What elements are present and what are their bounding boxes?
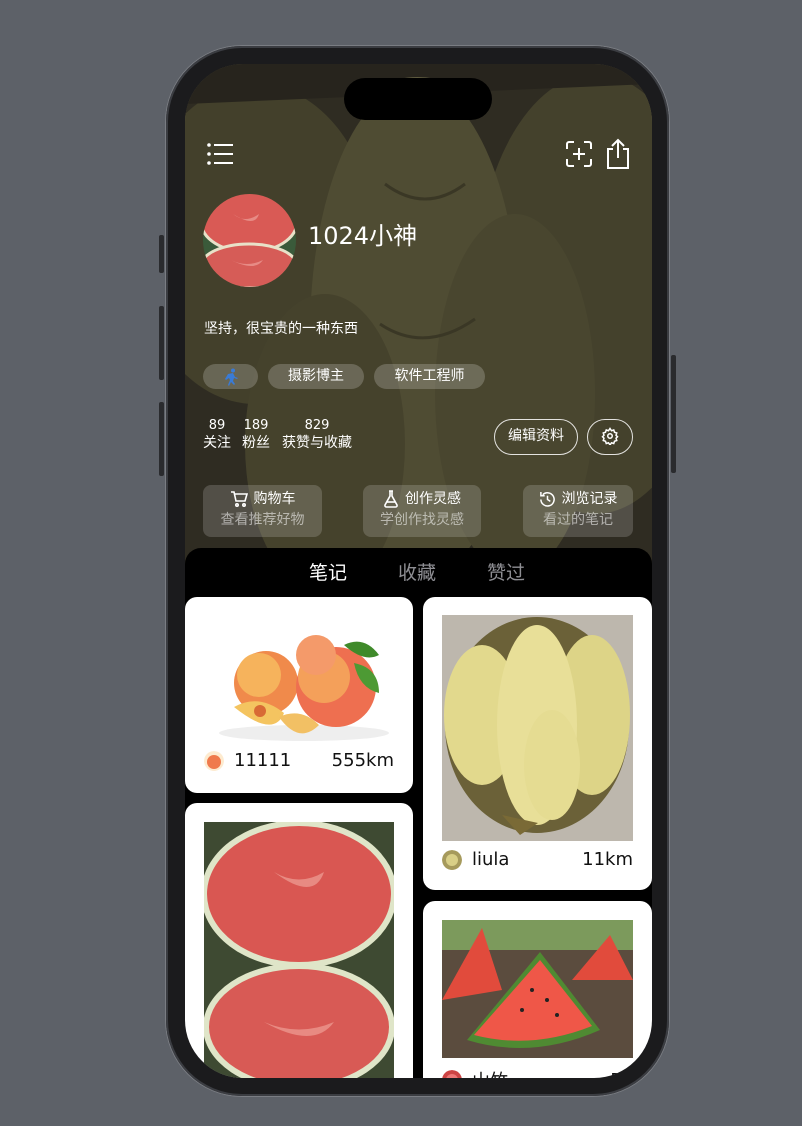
user-avatar [442, 1070, 462, 1078]
running-person-icon [224, 368, 238, 386]
note-distance: 52 [610, 1070, 633, 1079]
tab-liked[interactable]: 赞过 [487, 558, 525, 585]
volume-up-button [159, 306, 164, 380]
dynamic-island [344, 78, 492, 120]
user-avatar [204, 750, 224, 771]
user-avatar [442, 849, 462, 870]
tab-favorites[interactable]: 收藏 [398, 558, 436, 585]
profile-name: 1024小神 [308, 222, 418, 250]
note-image-durian [442, 615, 633, 841]
note-username: 11111 [234, 750, 292, 771]
note-distance: 555km [331, 750, 394, 771]
note-card[interactable]: 山竹 52 [423, 901, 652, 1078]
power-button [671, 355, 676, 473]
settings-button[interactable] [587, 419, 633, 455]
avatar[interactable] [203, 194, 296, 287]
note-username: 山竹 [472, 1067, 508, 1078]
note-card[interactable] [185, 803, 413, 1078]
tag-photographer: 摄影博主 [268, 364, 364, 389]
note-card[interactable]: liula 11km [423, 597, 652, 890]
tab-notes[interactable]: 笔记 [309, 558, 347, 585]
edit-profile-button[interactable]: 编辑资料 [494, 419, 578, 455]
menu-icon[interactable] [206, 142, 234, 170]
history-icon [539, 491, 555, 507]
cart-icon [230, 491, 248, 507]
tag-engineer: 软件工程师 [374, 364, 485, 389]
note-distance: 11km [582, 849, 633, 870]
app-screen: 1024小神 坚持，很宝贵的一种东西 摄影博主 软件工程师 89 关注 189 粉丝… [185, 64, 652, 1078]
gender-tag [203, 364, 258, 389]
scan-add-icon[interactable] [565, 140, 593, 172]
note-card[interactable]: 11111 555km [185, 597, 413, 793]
feature-history[interactable]: 浏览记录 看过的笔记 [523, 485, 633, 537]
mute-switch [159, 235, 164, 273]
note-image-peach [204, 615, 394, 743]
stat-followers[interactable]: 189 粉丝 [240, 417, 272, 452]
flask-icon [384, 490, 398, 508]
gear-icon [601, 427, 619, 447]
share-icon[interactable] [605, 138, 631, 174]
note-image-watermelon-slices [442, 920, 633, 1058]
feature-cart[interactable]: 购物车 查看推荐好物 [203, 485, 322, 537]
content-tabs: 笔记 收藏 赞过 [185, 548, 652, 596]
profile-bio: 坚持，很宝贵的一种东西 [204, 321, 358, 337]
feature-inspiration[interactable]: 创作灵感 学创作找灵感 [363, 485, 481, 537]
stat-following[interactable]: 89 关注 [202, 417, 232, 452]
stat-likes[interactable]: 829 获赞与收藏 [280, 417, 354, 452]
note-username: liula [472, 849, 510, 870]
volume-down-button [159, 402, 164, 476]
note-image-watermelon-halves [204, 822, 394, 1078]
